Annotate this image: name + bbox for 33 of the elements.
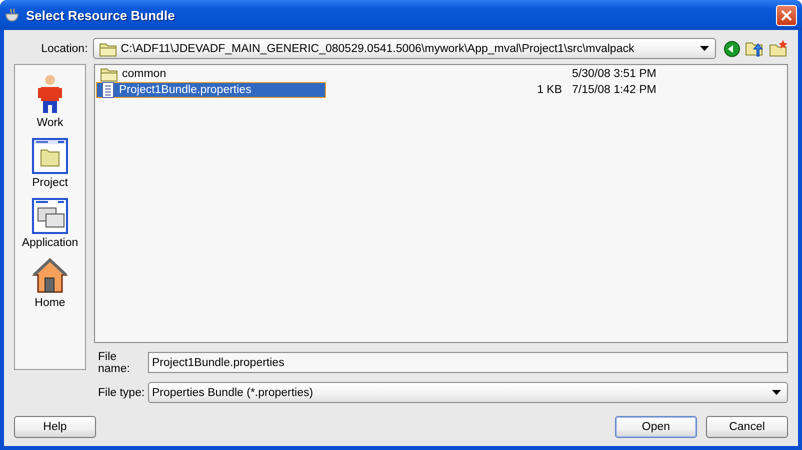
place-item[interactable]: Home: [18, 251, 82, 309]
modified-date: 5/30/08 3:51 PM: [572, 68, 658, 80]
file-name-field[interactable]: Project1Bundle.properties: [148, 352, 788, 373]
back-icon[interactable]: [724, 40, 740, 56]
place-item[interactable]: Work: [18, 71, 82, 129]
caret-icon: [700, 46, 709, 51]
file-item[interactable]: common: [96, 66, 326, 82]
folder-icon: [100, 66, 118, 82]
document-icon: [101, 82, 115, 98]
location-label: Location:: [40, 42, 89, 54]
folder-icon: [98, 40, 117, 56]
folder-up-icon[interactable]: [745, 40, 764, 57]
cup-icon: [5, 8, 21, 22]
caret-icon: [772, 390, 781, 395]
file-type-label: File type:: [97, 386, 146, 398]
file-size: 1 KB: [536, 84, 562, 96]
windows-icon: [32, 198, 68, 234]
place-item[interactable]: Application: [18, 191, 82, 249]
location-dropdown[interactable]: C:\ADF11\JDEVADF_MAIN_GENERIC_080529.0541.5006\mywork\App_mval\Project1\src\mvalpack: [92, 38, 716, 59]
new-folder-icon[interactable]: [769, 40, 788, 57]
dialog-button[interactable]: Help: [14, 416, 96, 438]
close-icon: [781, 10, 792, 20]
dialog-button[interactable]: Open: [615, 416, 697, 438]
modified-date: 7/15/08 1:42 PM: [572, 84, 658, 96]
file-name-label: File name:: [97, 350, 131, 374]
folder-window-icon: [32, 138, 68, 174]
file-item[interactable]: Project1Bundle.properties: [96, 82, 326, 98]
window-title: Select Resource Bundle: [26, 8, 176, 22]
dialog-button[interactable]: Cancel: [706, 416, 788, 438]
house-icon: [31, 258, 69, 294]
place-item[interactable]: Project: [18, 131, 82, 189]
close-button[interactable]: [776, 4, 797, 26]
file-type-dropdown[interactable]: Properties Bundle (*.properties): [148, 382, 788, 403]
